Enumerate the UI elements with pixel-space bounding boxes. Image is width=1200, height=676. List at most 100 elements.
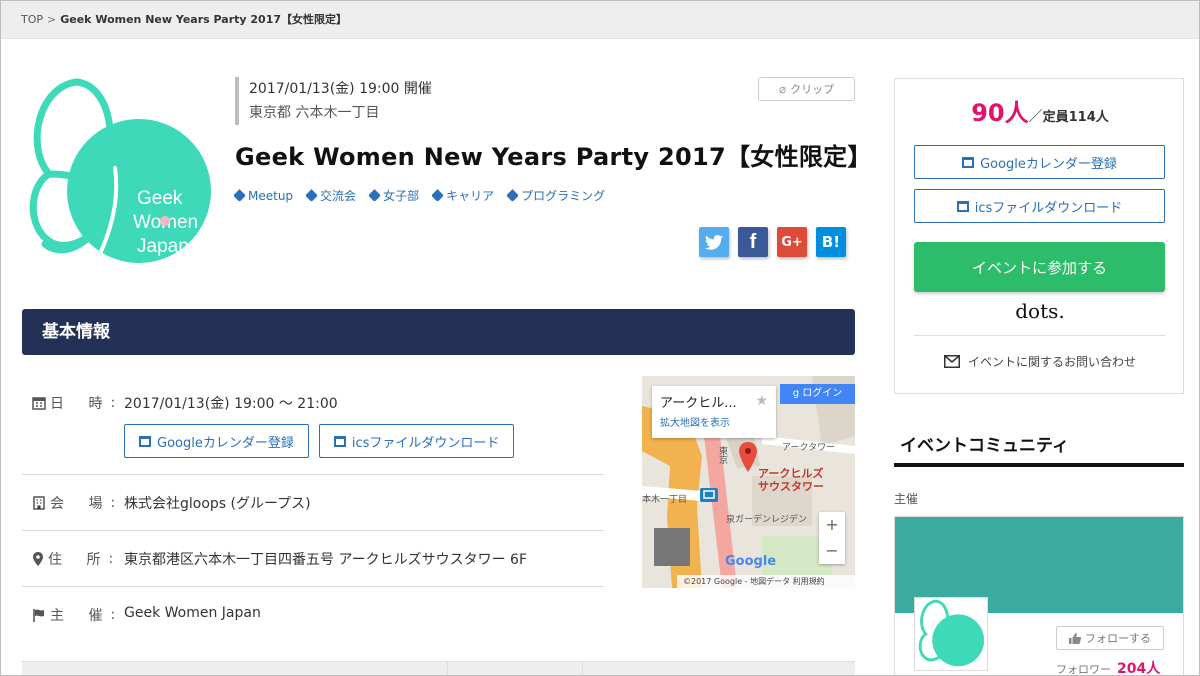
community-title: イベントコミュニティ: [900, 436, 1069, 456]
venue-label: 会 場:: [32, 493, 120, 513]
host-label-text: 主 催: [50, 608, 113, 624]
map-pin-icon[interactable]: [738, 442, 758, 472]
paperclip-icon: ⌀: [778, 82, 787, 96]
sidebar-google-calendar-label: Googleカレンダー登録: [980, 156, 1117, 172]
hatena-bookmark-button[interactable]: B!: [816, 227, 846, 257]
social-share: f G+ B!: [699, 227, 846, 257]
tag-icon: [431, 189, 444, 202]
tag-women-club[interactable]: 女子部: [368, 187, 420, 204]
zoom-out-button[interactable]: −: [819, 538, 845, 564]
twitter-icon: [705, 234, 723, 250]
clip-label: クリップ: [790, 83, 835, 96]
tag-icon: [368, 189, 381, 202]
map-pin-label-line1: アークヒルズ: [758, 467, 824, 480]
map-label-station: 本木一丁目: [642, 495, 688, 505]
map-pin-label: アークヒルズ サウスタワー: [758, 467, 824, 493]
breadcrumb-separator: >: [47, 13, 57, 26]
tag-label: 女子部: [383, 189, 420, 203]
clip-button[interactable]: ⌀ クリップ: [758, 77, 855, 101]
star-icon[interactable]: ★: [755, 393, 768, 409]
bottom-table: [22, 661, 855, 675]
followers-label: フォロワー: [1056, 663, 1111, 676]
flag-icon: [33, 609, 44, 622]
subway-station-icon: [700, 488, 718, 502]
venue-label-text: 会 場: [50, 496, 113, 512]
ics-download-button[interactable]: icsファイルダウンロード: [318, 424, 515, 458]
contact-link[interactable]: イベントに関するお問い合わせ: [895, 353, 1185, 370]
map-label-tower: アークタワー: [782, 443, 836, 453]
basic-info-header: 基本情報: [22, 309, 855, 355]
building-icon: [33, 496, 45, 510]
info-row-venue: 会 場: 株式会社gloops (グループス): [22, 475, 604, 531]
sidebar-participation-box: 90人／定員114人 Googleカレンダー登録 icsファイルダウンロード イ…: [894, 78, 1184, 394]
thumbs-up-icon: [1069, 632, 1081, 644]
tag-networking[interactable]: 交流会: [305, 187, 356, 204]
tag-label: プログラミング: [521, 189, 606, 203]
twitter-share-button[interactable]: [699, 227, 729, 257]
event-datetime: 2017/01/13(金) 19:00 開催: [249, 81, 432, 97]
attendance-slash: ／: [1028, 109, 1043, 125]
logo-text-geek: Geek: [137, 188, 183, 209]
tag-career[interactable]: キャリア: [431, 187, 495, 204]
calendar-icon: [32, 397, 46, 410]
map-info-card: アークヒル... 拡大地図を表示 ★: [652, 386, 776, 438]
google-calendar-label: Googleカレンダー登録: [157, 435, 294, 451]
sidebar-ics-download-label: icsファイルダウンロード: [974, 200, 1123, 216]
address-label: 住 所:: [32, 549, 120, 569]
google-calendar-button[interactable]: Googleカレンダー登録: [124, 424, 309, 458]
address-label-text: 住 所: [48, 552, 111, 568]
followers-number: 204人: [1117, 661, 1161, 676]
calendar-icon: [956, 200, 969, 212]
label-colon: :: [108, 551, 114, 567]
calendar-icon: [139, 435, 151, 447]
join-event-button[interactable]: イベントに参加する: [914, 242, 1165, 292]
date-label-text: 日 時: [50, 396, 113, 412]
follow-button[interactable]: フォローする: [1056, 626, 1164, 650]
label-colon: :: [110, 495, 116, 511]
mail-icon: [943, 355, 960, 368]
zoom-in-button[interactable]: +: [819, 512, 845, 538]
table-divider: [447, 662, 448, 675]
geek-women-logo-icon: [918, 599, 985, 667]
tag-icon: [506, 189, 519, 202]
event-title: Geek Women New Years Party 2017【女性限定】: [235, 143, 872, 171]
page-frame: TOP > Geek Women New Years Party 2017【女性限定…: [0, 0, 1200, 676]
tag-list: Meetup 交流会 女子部 キャリア プログラミング: [233, 187, 606, 204]
table-divider: [582, 662, 583, 675]
community-avatar[interactable]: [914, 597, 988, 671]
map-attribution[interactable]: ©2017 Google - 地図データ 利用規約: [677, 575, 855, 588]
calendar-buttons: Googleカレンダー登録 icsファイルダウンロード: [124, 424, 515, 458]
sidebar-ics-download-button[interactable]: icsファイルダウンロード: [914, 189, 1165, 223]
label-colon: :: [110, 607, 116, 623]
map-pin-label-line2: サウスタワー: [758, 480, 824, 493]
info-row-host: 主 催: Geek Women Japan: [22, 587, 604, 643]
event-date-place: 2017/01/13(金) 19:00 開催 東京都 六本木一丁目: [235, 77, 432, 125]
map-expand-link[interactable]: 拡大地図を表示: [660, 414, 768, 429]
date-value: 2017/01/13(金) 19:00 〜 21:00: [124, 396, 338, 412]
sidebar-google-calendar-button[interactable]: Googleカレンダー登録: [914, 145, 1165, 179]
breadcrumb-current: Geek Women New Years Party 2017【女性限定】: [60, 13, 347, 26]
tag-meetup[interactable]: Meetup: [233, 187, 293, 204]
tag-icon: [305, 189, 318, 202]
map-marker-icon: [33, 552, 43, 566]
google-g-icon: g: [792, 388, 803, 399]
googleplus-share-button[interactable]: G+: [777, 227, 807, 257]
tag-label: キャリア: [446, 189, 495, 203]
host-value: Geek Women Japan: [124, 605, 261, 621]
tag-programming[interactable]: プログラミング: [506, 187, 606, 204]
follower-count: フォロワー 204人: [1056, 658, 1161, 676]
map-card-title: アークヒル...: [660, 396, 737, 411]
capacity: 定員114人: [1042, 110, 1109, 125]
info-row-address: 住 所: 東京都港区六本木一丁目四番五号 アークヒルズサウスタワー 6F: [22, 531, 604, 587]
breadcrumb-top-link[interactable]: TOP: [21, 13, 43, 26]
map-login-label: ログイン: [802, 388, 843, 399]
map-login-button[interactable]: g ログイン: [780, 384, 855, 404]
event-place: 東京都 六本木一丁目: [249, 105, 380, 121]
facebook-share-button[interactable]: f: [738, 227, 768, 257]
calendar-icon: [962, 156, 975, 168]
google-logo: Google: [725, 554, 777, 569]
geek-women-logo-icon: Geek Women Japan: [29, 78, 211, 263]
attendance: 90人／定員114人: [895, 93, 1185, 128]
divider: [914, 335, 1165, 336]
community-card[interactable]: フォローする フォロワー 204人: [894, 516, 1184, 676]
